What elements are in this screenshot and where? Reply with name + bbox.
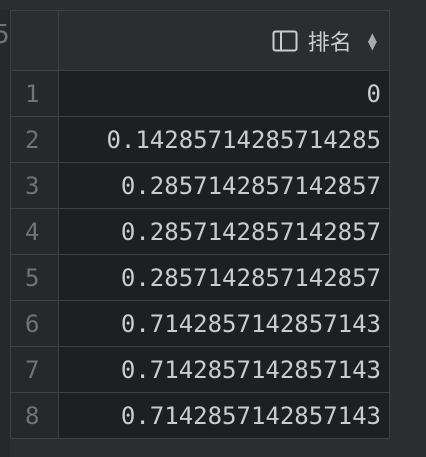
- table-row[interactable]: 8 0.7142857142857143: [9, 392, 390, 439]
- row-number[interactable]: 5: [9, 254, 60, 301]
- header-row: 排名 ▲ ▼: [9, 10, 390, 71]
- table-row[interactable]: 7 0.7142857142857143: [9, 346, 390, 393]
- rank-cell[interactable]: 0.14285714285714285: [58, 116, 390, 163]
- rank-cell[interactable]: 0.2857142857142857: [58, 254, 390, 301]
- rank-cell[interactable]: 0.2857142857142857: [58, 208, 390, 255]
- row-number[interactable]: 7: [9, 346, 60, 393]
- row-number[interactable]: 2: [9, 116, 60, 163]
- table-row[interactable]: 4 0.2857142857142857: [9, 208, 390, 255]
- row-number[interactable]: 8: [9, 392, 60, 439]
- row-number[interactable]: 3: [9, 162, 60, 209]
- row-number[interactable]: 1: [9, 70, 60, 117]
- table-row[interactable]: 6 0.7142857142857143: [9, 300, 390, 347]
- partial-label: 5: [0, 20, 10, 50]
- table-row[interactable]: 3 0.2857142857142857: [9, 162, 390, 209]
- column-header-rank[interactable]: 排名 ▲ ▼: [58, 10, 390, 71]
- table-row[interactable]: 2 0.14285714285714285: [9, 116, 390, 163]
- rank-cell[interactable]: 0.7142857142857143: [58, 300, 390, 347]
- rank-cell[interactable]: 0.7142857142857143: [58, 346, 390, 393]
- left-edge: 5: [0, 10, 10, 457]
- rank-cell[interactable]: 0.2857142857142857: [58, 162, 390, 209]
- column-icon: [272, 30, 298, 52]
- column-title: 排名: [307, 30, 352, 56]
- top-strip: [0, 0, 426, 10]
- corner-cell: [9, 10, 60, 71]
- rank-cell[interactable]: 0.7142857142857143: [58, 392, 390, 439]
- row-number[interactable]: 4: [9, 208, 60, 255]
- rank-cell[interactable]: 0: [58, 70, 390, 117]
- result-grid: 排名 ▲ ▼ 1 0 2 0.14285714285714285 3 0.285714285…: [9, 10, 390, 439]
- row-number[interactable]: 6: [9, 300, 60, 347]
- sort-updown-icon[interactable]: ▲ ▼: [368, 31, 377, 51]
- right-pane: [390, 10, 426, 457]
- table-row[interactable]: 5 0.2857142857142857: [9, 254, 390, 301]
- table-row[interactable]: 10: [9, 70, 390, 117]
